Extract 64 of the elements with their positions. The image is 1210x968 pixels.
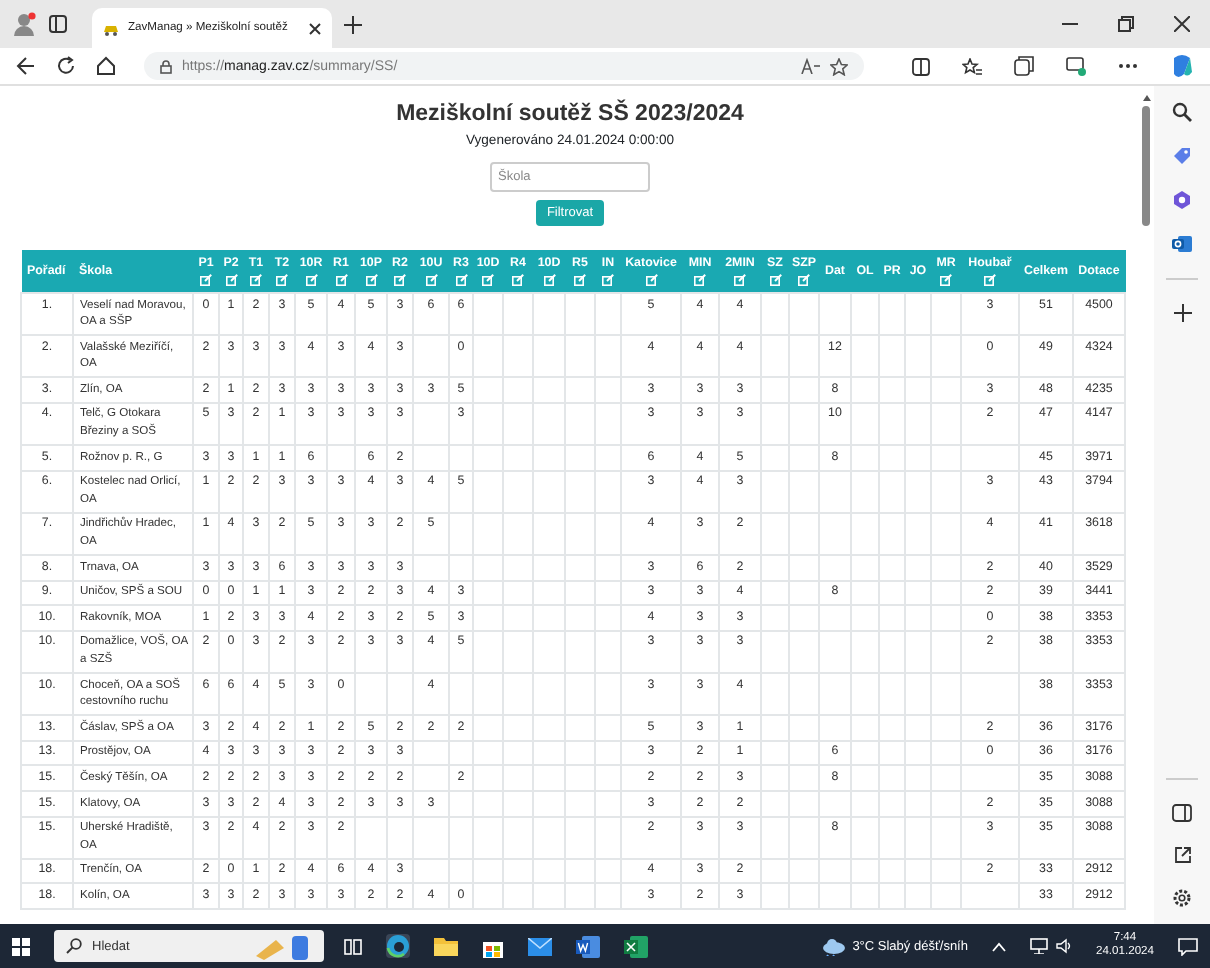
edit-icon[interactable] [940, 274, 952, 286]
speaker-icon[interactable] [1055, 938, 1072, 954]
restore-icon[interactable] [1118, 16, 1134, 32]
edit-icon[interactable] [425, 274, 437, 286]
profile-icon[interactable] [12, 12, 36, 36]
edit-icon[interactable] [645, 274, 657, 286]
car-icon [102, 20, 120, 36]
split-screen-icon[interactable] [912, 57, 930, 75]
refresh-icon[interactable] [56, 56, 76, 76]
scroll-up-icon[interactable] [1141, 94, 1151, 102]
edit-icon[interactable] [734, 274, 746, 286]
scrollbar-thumb[interactable] [1142, 106, 1150, 226]
network-icon[interactable] [1029, 938, 1048, 954]
word-icon[interactable] [576, 935, 600, 957]
home-icon[interactable] [96, 56, 116, 76]
favorite-star-icon[interactable] [830, 57, 848, 75]
excel-icon[interactable] [624, 935, 648, 957]
back-icon[interactable] [16, 56, 36, 76]
edit-icon[interactable] [276, 274, 288, 286]
edit-icon[interactable] [984, 274, 996, 286]
edit-icon[interactable] [250, 274, 262, 286]
edit-icon[interactable] [200, 274, 212, 286]
copilot-icon[interactable] [1170, 54, 1194, 78]
edit-icon[interactable] [225, 274, 237, 286]
add-icon[interactable] [1173, 304, 1191, 322]
edit-icon[interactable] [365, 274, 377, 286]
edit-icon[interactable] [482, 274, 494, 286]
settings-icon[interactable] [1172, 888, 1192, 908]
edit-icon[interactable] [798, 274, 810, 286]
new-tab-icon[interactable] [343, 15, 362, 33]
edit-icon[interactable] [394, 274, 406, 286]
tab-actions-icon[interactable] [48, 14, 68, 34]
edit-icon[interactable] [574, 274, 586, 286]
external-link-icon[interactable] [1173, 846, 1191, 864]
search-icon [66, 938, 82, 954]
favorites-icon[interactable] [962, 57, 982, 75]
edit-icon[interactable] [455, 274, 467, 286]
read-aloud-icon[interactable] [800, 58, 820, 74]
sidebar-toggle-icon[interactable] [1172, 804, 1192, 822]
edit-icon[interactable] [512, 274, 524, 286]
mail-icon[interactable] [528, 937, 552, 955]
edit-icon[interactable] [305, 274, 317, 286]
collections-icon[interactable] [1014, 56, 1034, 76]
folder-icon[interactable] [434, 936, 458, 956]
edit-icon[interactable] [769, 274, 781, 286]
edit-icon[interactable] [335, 274, 347, 286]
windows-start-icon[interactable] [12, 937, 30, 955]
lock-icon [160, 59, 172, 73]
chevron-up-icon[interactable] [991, 941, 1006, 951]
task-view-icon[interactable] [344, 937, 362, 955]
more-icon[interactable] [1118, 62, 1138, 70]
edit-icon[interactable] [602, 274, 614, 286]
edit-icon[interactable] [543, 274, 555, 286]
notifications-icon[interactable] [1178, 937, 1198, 955]
hexagon-icon[interactable] [1172, 190, 1192, 210]
tag-icon[interactable] [1172, 146, 1192, 166]
edge-browser-icon[interactable] [386, 934, 410, 958]
page-title: Meziškolní soutěž SŠ 2023/2024 [396, 102, 744, 126]
search-icon[interactable] [1172, 102, 1192, 122]
edit-icon[interactable] [694, 274, 706, 286]
close-icon[interactable] [307, 21, 322, 35]
mail-icon[interactable] [1172, 234, 1192, 254]
close-icon[interactable] [1174, 16, 1190, 32]
cloud-icon [822, 937, 847, 955]
